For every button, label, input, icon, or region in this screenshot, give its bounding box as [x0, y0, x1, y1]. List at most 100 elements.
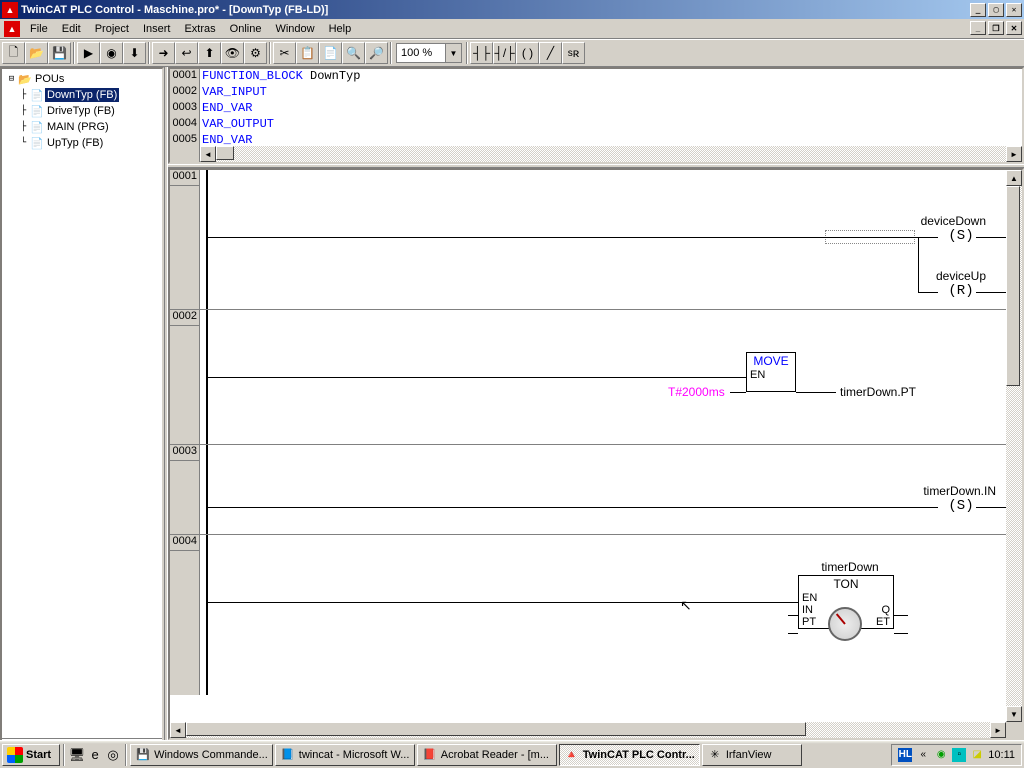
mdi-restore-button[interactable]: ❐ [988, 21, 1004, 35]
keyword: FUNCTION_BLOCK [202, 69, 303, 83]
zoom-combo[interactable]: ▼ [396, 43, 462, 63]
monitor-button[interactable]: 👁 [221, 42, 244, 64]
instance-name[interactable]: timerDown [810, 560, 890, 574]
keyword: VAR_OUTPUT [202, 117, 274, 131]
tray-icon[interactable]: ◪ [970, 748, 984, 762]
collapse-icon[interactable]: ⊟ [6, 74, 17, 84]
zoom-input[interactable] [397, 44, 445, 62]
ladder-editor[interactable]: 0001 deviceDown (S) deviceUp (R) 00 [168, 168, 1024, 740]
keyword: END_VAR [202, 133, 252, 147]
coil-button[interactable]: ( ) [516, 42, 539, 64]
ladder-h-scrollbar[interactable]: ◄ ► [170, 722, 1006, 738]
logout-button[interactable]: ↩ [175, 42, 198, 64]
findnext-button[interactable]: 🔎 [365, 42, 388, 64]
scroll-up-icon[interactable]: ▲ [1006, 170, 1022, 186]
menu-file[interactable]: File [23, 21, 55, 37]
ql-ie-icon[interactable]: е [86, 745, 104, 765]
scroll-left-icon[interactable]: ◄ [170, 722, 186, 738]
copy-button[interactable]: 📋 [296, 42, 319, 64]
menu-help[interactable]: Help [322, 21, 359, 37]
clock[interactable]: 10:11 [988, 749, 1015, 761]
menu-insert[interactable]: Insert [136, 21, 178, 37]
tray-icon[interactable]: ◉ [934, 748, 948, 762]
ql-media-icon[interactable]: ◎ [104, 745, 122, 765]
run-button[interactable]: ▶ [77, 42, 100, 64]
restore-button[interactable]: ▢ [988, 3, 1004, 17]
decl-h-scrollbar[interactable]: ◄ ► [170, 146, 1022, 162]
scroll-thumb[interactable] [216, 146, 234, 160]
menu-edit[interactable]: Edit [55, 21, 88, 37]
menu-project[interactable]: Project [88, 21, 136, 37]
task-commander[interactable]: 💾Windows Commande... [130, 744, 273, 766]
close-button[interactable]: ✕ [1006, 3, 1022, 17]
tree-item-uptyp[interactable]: └ 📄 UpTyp (FB) [4, 135, 160, 151]
clock-icon [828, 607, 862, 641]
system-tray[interactable]: HL « ◉ ▫ ◪ 10:11 [891, 744, 1022, 766]
mdi-minimize-button[interactable]: _ [970, 21, 986, 35]
minimize-button[interactable]: _ [970, 3, 986, 17]
pin-q: Q [881, 604, 890, 616]
tree-item-drivetyp[interactable]: ├ 📄 DriveTyp (FB) [4, 103, 160, 119]
tree-item-label: MAIN (PRG) [45, 120, 111, 134]
login-button[interactable]: ➜ [152, 42, 175, 64]
pou-tree[interactable]: ⊟ 📂 POUs ├ 📄 DownTyp (FB) ├ 📄 DriveTyp (… [2, 69, 162, 738]
task-irfanview[interactable]: ✳IrfanView [702, 744, 802, 766]
pin-label: EN [750, 369, 765, 381]
wire [208, 237, 938, 238]
contact-neg-button[interactable]: ┤/├ [493, 42, 516, 64]
step-button[interactable]: ⬇ [123, 42, 146, 64]
start-button[interactable]: Start [2, 744, 60, 766]
save-button[interactable]: 💾 [48, 42, 71, 64]
leaf-icon: ├ [18, 122, 29, 132]
menu-extras[interactable]: Extras [177, 21, 222, 37]
move-box[interactable]: MOVE EN [746, 352, 796, 392]
scroll-left-icon[interactable]: ◄ [200, 146, 216, 162]
tree-item-label: DriveTyp (FB) [45, 104, 117, 118]
reset-coil[interactable]: (R) [946, 283, 976, 301]
declaration-editor[interactable]: 0001FUNCTION_BLOCK DownTyp 0002VAR_INPUT… [168, 67, 1024, 164]
zoom-dropdown-icon[interactable]: ▼ [445, 44, 461, 62]
force-button[interactable]: ⚙ [244, 42, 267, 64]
scroll-right-icon[interactable]: ► [990, 722, 1006, 738]
scroll-down-icon[interactable]: ▼ [1006, 706, 1022, 722]
output-value[interactable]: timerDown.PT [840, 385, 916, 399]
ladder-v-scrollbar[interactable]: ▲ ▼ [1006, 170, 1022, 722]
separator [269, 42, 271, 64]
stop-button[interactable]: ◉ [100, 42, 123, 64]
tray-expand-icon[interactable]: « [916, 748, 930, 762]
contact-button[interactable]: ┤├ [470, 42, 493, 64]
paste-button[interactable]: 📄 [319, 42, 342, 64]
download-button[interactable]: ⬆ [198, 42, 221, 64]
task-word[interactable]: 📘twincat - Microsoft W... [275, 744, 415, 766]
fb-icon: 📄 [29, 88, 45, 102]
menu-window[interactable]: Window [268, 21, 321, 37]
coil-label: timerDown.IN [923, 484, 996, 498]
ql-desktop-icon[interactable]: 🖥 [68, 745, 86, 765]
mdi-icon[interactable]: ▲ [4, 21, 20, 37]
pin-et: ET [876, 616, 890, 628]
cut-button[interactable]: ✂ [273, 42, 296, 64]
menu-online[interactable]: Online [223, 21, 269, 37]
start-label: Start [26, 749, 51, 761]
tree-item-main[interactable]: ├ 📄 MAIN (PRG) [4, 119, 160, 135]
line-button[interactable]: ╱ [539, 42, 562, 64]
task-twincat[interactable]: 🔺TwinCAT PLC Contr... [559, 744, 700, 766]
set-coil[interactable]: (S) [946, 498, 976, 516]
scroll-thumb[interactable] [186, 722, 806, 736]
find-button[interactable]: 🔍 [342, 42, 365, 64]
folder-icon: 📂 [17, 72, 33, 86]
set-coil[interactable]: (S) [946, 228, 976, 246]
new-button[interactable]: 🗋 [2, 42, 25, 64]
reset-button[interactable]: sʀ [562, 42, 585, 64]
open-button[interactable]: 📂 [25, 42, 48, 64]
mdi-close-button[interactable]: ✕ [1006, 21, 1022, 35]
tray-icon[interactable]: HL [898, 748, 912, 762]
scroll-thumb[interactable] [1006, 186, 1020, 386]
keyword: END_VAR [202, 101, 252, 115]
tree-item-downtyp[interactable]: ├ 📄 DownTyp (FB) [4, 87, 160, 103]
input-value[interactable]: T#2000ms [668, 385, 725, 399]
scroll-right-icon[interactable]: ► [1006, 146, 1022, 162]
tray-icon[interactable]: ▫ [952, 748, 966, 762]
task-acrobat[interactable]: 📕Acrobat Reader - [m... [417, 744, 557, 766]
tree-root[interactable]: ⊟ 📂 POUs [4, 71, 160, 87]
